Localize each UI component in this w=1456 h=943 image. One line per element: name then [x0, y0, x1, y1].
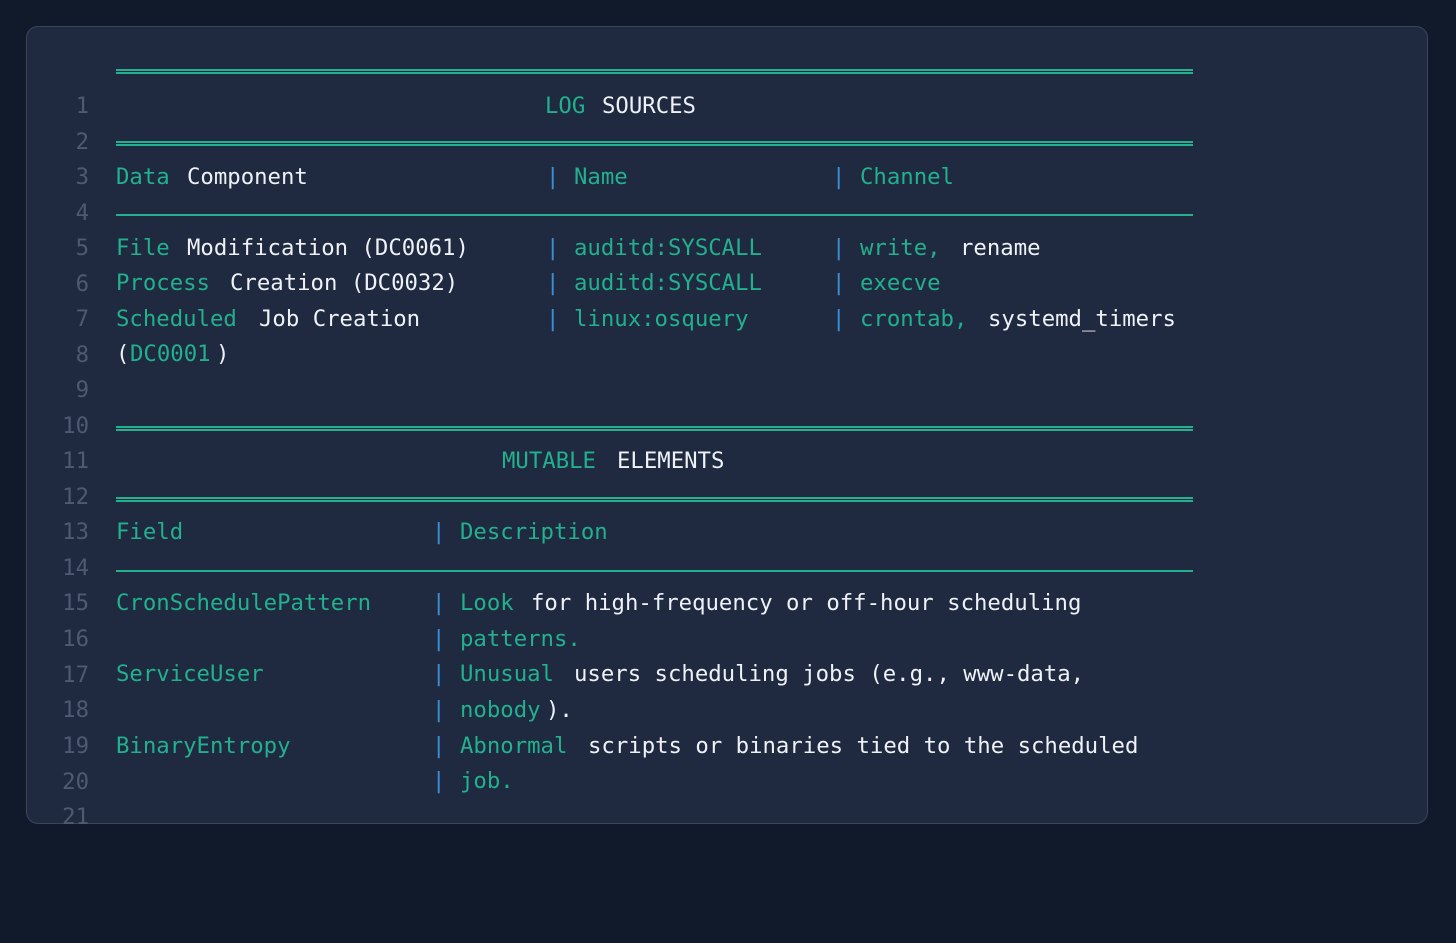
title-word: SOURCES: [602, 93, 696, 119]
component-word: Process: [116, 270, 210, 296]
description-word: nobody: [460, 697, 541, 723]
source-name: auditd:SYSCALL: [574, 270, 762, 296]
title-word: MUTABLE: [502, 448, 596, 474]
description-rest: for high-frequency or off-hour schedulin…: [531, 590, 1082, 616]
channel-rest: rename: [960, 235, 1041, 261]
code-line: 14 Field | Description: [27, 515, 1427, 581]
component-id: DC0001: [130, 341, 211, 367]
description-word: job.: [460, 768, 514, 794]
pipe-separator: |: [432, 733, 446, 759]
channel-word: write,: [860, 235, 941, 261]
channel-word: execve: [860, 270, 941, 296]
pipe-separator: |: [432, 519, 446, 545]
table-row-continuation: 19 | nobody ).: [27, 693, 1427, 759]
component-rest: Creation (DC0032): [230, 270, 459, 296]
description-rest: ).: [546, 697, 573, 723]
description-rest: users scheduling jobs (e.g., www-data,: [574, 661, 1085, 687]
header-word: Component: [187, 164, 308, 190]
code-line: 10: [27, 373, 1427, 439]
header-description: Description: [460, 519, 608, 545]
description-word: Unusual: [460, 661, 554, 687]
channel-rest: systemd_timers: [988, 306, 1176, 332]
pipe-separator: |: [832, 270, 846, 296]
pipe-separator: |: [432, 697, 446, 723]
pipe-separator: |: [432, 626, 446, 652]
header-word: Data: [116, 164, 170, 190]
component-word: File: [116, 235, 170, 261]
header-channel: Channel: [860, 164, 954, 190]
source-name: auditd:SYSCALL: [574, 235, 762, 261]
field-name: BinaryEntropy: [116, 733, 291, 759]
pipe-separator: |: [832, 164, 846, 190]
component-word: Scheduled: [116, 306, 237, 332]
pipe-separator: |: [546, 235, 560, 261]
section-title-mutable-elements: MUTABLE ELEMENTS: [116, 444, 724, 480]
single-rule: [116, 570, 1193, 572]
table-row: 6 File Modification (DC0061) | auditd:SY…: [27, 231, 1427, 297]
pipe-separator: |: [832, 306, 846, 332]
code-panel: 1 2 LOG SOURCES 3 4 Data Component | Nam…: [26, 26, 1428, 830]
description-word: Look: [460, 590, 514, 616]
table-row: 16 CronSchedulePattern | Look for high-f…: [27, 586, 1427, 652]
table-row-continuation: 17 | patterns.: [27, 622, 1427, 688]
field-name: ServiceUser: [116, 661, 264, 687]
double-rule: [116, 497, 1193, 502]
double-rule: [116, 426, 1193, 431]
table-row-continuation: 9 ( DC0001 ): [27, 337, 1427, 403]
title-word: LOG: [545, 93, 586, 119]
double-rule: [116, 141, 1193, 146]
title-word: ELEMENTS: [617, 448, 725, 474]
pipe-separator: |: [432, 590, 446, 616]
code-line: 12 MUTABLE ELEMENTS: [27, 444, 1427, 510]
table-row: 20 BinaryEntropy | Abnormal scripts or b…: [27, 729, 1427, 795]
table-row-continuation: 21 | job.: [27, 764, 1427, 830]
field-name: CronSchedulePattern: [116, 590, 372, 616]
description-word: Abnormal: [460, 733, 568, 759]
line-number: 21: [62, 803, 89, 830]
description-word: patterns.: [460, 626, 581, 652]
channel-word: crontab,: [860, 306, 968, 332]
code-line: 2 LOG SOURCES: [27, 89, 1427, 155]
pipe-separator: |: [432, 768, 446, 794]
paren-open: (: [116, 341, 130, 367]
section-title-log-sources: LOG SOURCES: [116, 89, 696, 125]
source-name: linux:osquery: [574, 306, 749, 332]
table-row: 8 Scheduled Job Creation | linux:osquery…: [27, 302, 1427, 368]
table-header: Data Component | Name | Channel: [116, 160, 954, 196]
code-line: 5: [27, 195, 1427, 261]
component-rest: Modification (DC0061): [187, 235, 469, 261]
component-rest: Job Creation: [259, 306, 421, 332]
pipe-separator: |: [432, 661, 446, 687]
pipe-separator: |: [832, 235, 846, 261]
header-field: Field: [116, 519, 184, 545]
paren-close: ): [216, 341, 230, 367]
description-rest: scripts or binaries tied to the schedule…: [588, 733, 1139, 759]
pipe-separator: |: [546, 306, 560, 332]
table-row: 7 Process Creation (DC0032) | auditd:SYS…: [27, 266, 1427, 332]
single-rule: [116, 214, 1193, 216]
code-line: 4 Data Component | Name | Channel: [27, 160, 1427, 226]
header-name: Name: [574, 164, 628, 190]
table-header: Field | Description: [116, 515, 608, 551]
code-line: 15: [27, 550, 1427, 616]
table-row: 18 ServiceUser | Unusual users schedulin…: [27, 657, 1427, 723]
pipe-separator: |: [546, 270, 560, 296]
double-rule: [116, 69, 1193, 74]
pipe-separator: |: [546, 164, 560, 190]
